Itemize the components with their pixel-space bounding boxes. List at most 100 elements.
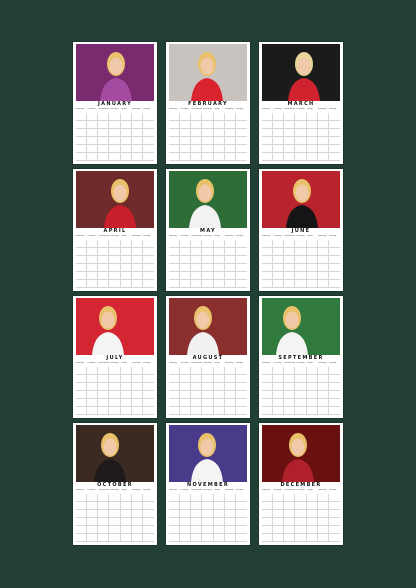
- date-cell: [98, 153, 110, 161]
- weekday-label: Friday: [213, 362, 220, 364]
- weekday-label: Wednesday: [191, 108, 203, 110]
- date-cell: [109, 367, 121, 375]
- player-face: [198, 184, 212, 202]
- month-title: OCTOBER: [97, 482, 133, 488]
- weekday-label: Sunday: [328, 489, 337, 491]
- date-cell: [98, 121, 110, 129]
- date-cell: [284, 494, 296, 502]
- date-cell: [169, 407, 181, 415]
- date-cell: [76, 248, 88, 256]
- player-face: [295, 184, 309, 202]
- date-cell: [131, 280, 143, 288]
- weekday-header: Monday Tuesday Wednesday Thursday Friday Satu…: [262, 235, 340, 239]
- weekday-label: Wednesday: [191, 235, 203, 237]
- date-cell: [131, 494, 143, 502]
- month-title: DECEMBER: [280, 482, 322, 488]
- date-cell: [76, 121, 88, 129]
- date-cell: [328, 256, 340, 264]
- date-cell: [213, 494, 225, 502]
- weekday-label: Monday: [76, 108, 84, 110]
- weekday-label: Sunday: [328, 235, 337, 237]
- weekday-label: Thursday: [295, 108, 305, 110]
- month-page-february: FEBRUARY Monday Tuesday Wednesday Thursday Fr…: [166, 42, 250, 164]
- date-cell: [328, 367, 340, 375]
- date-cell: [224, 407, 236, 415]
- date-cell: [142, 510, 154, 518]
- date-cell: [120, 264, 132, 272]
- date-cell: [87, 399, 99, 407]
- date-cell: [295, 383, 307, 391]
- month-page-june: JUNE Monday Tuesday Wednesday Thursday Friday…: [259, 169, 343, 291]
- date-cell: [306, 280, 318, 288]
- date-cell: [109, 153, 121, 161]
- weekday-label: Wednesday: [98, 489, 110, 491]
- date-cell: [120, 502, 132, 510]
- date-cell: [191, 399, 203, 407]
- weekday-header: Monday Tuesday Wednesday Thursday Friday Satu…: [262, 108, 340, 112]
- weekday-header: Monday Tuesday Wednesday Thursday Friday Satu…: [76, 108, 154, 112]
- date-cell: [202, 399, 214, 407]
- date-cell: [120, 272, 132, 280]
- date-cell: [98, 145, 110, 153]
- date-cell: [213, 391, 225, 399]
- date-cell: [131, 153, 143, 161]
- date-cell: [273, 399, 285, 407]
- date-cell: [213, 383, 225, 391]
- weekday-label: Tuesday: [273, 362, 282, 364]
- date-cell: [328, 264, 340, 272]
- date-cell: [213, 145, 225, 153]
- date-cell: [306, 383, 318, 391]
- weekday-label: Saturday: [131, 235, 141, 237]
- date-cell: [295, 494, 307, 502]
- weekday-label: Friday: [213, 108, 220, 110]
- month-page-october: OCTOBER Monday Tuesday Wednesday Thursday Fri…: [73, 423, 157, 545]
- date-cell: [317, 272, 329, 280]
- date-cell: [131, 534, 143, 542]
- date-cell: [213, 264, 225, 272]
- date-cell: [295, 375, 307, 383]
- weekday-label: Friday: [120, 108, 127, 110]
- date-cell: [213, 121, 225, 129]
- date-cell: [120, 518, 132, 526]
- player-photo-image: [262, 298, 340, 355]
- date-cell: [273, 375, 285, 383]
- date-cell: [180, 256, 192, 264]
- date-cell: [317, 145, 329, 153]
- date-cell: [235, 280, 247, 288]
- weekday-label: Sunday: [235, 362, 244, 364]
- date-cell: [87, 518, 99, 526]
- date-cell: [306, 518, 318, 526]
- date-cell: [213, 367, 225, 375]
- date-cell: [235, 383, 247, 391]
- date-cell: [191, 129, 203, 137]
- date-cell: [169, 502, 181, 510]
- date-cell: [169, 399, 181, 407]
- date-cell: [169, 121, 181, 129]
- date-cell: [131, 375, 143, 383]
- date-cell: [262, 375, 274, 383]
- weekday-label: Wednesday: [98, 108, 110, 110]
- month-photo: [169, 425, 247, 482]
- date-cell: [142, 129, 154, 137]
- date-cell: [169, 367, 181, 375]
- date-cell: [169, 264, 181, 272]
- date-cell: [273, 248, 285, 256]
- date-cell: [87, 502, 99, 510]
- weekday-label: Monday: [169, 108, 177, 110]
- date-cell: [76, 383, 88, 391]
- date-cell: [131, 121, 143, 129]
- month-page-december: DECEMBER Monday Tuesday Wednesday Thursday Fr…: [259, 423, 343, 545]
- date-cell: [295, 399, 307, 407]
- date-cell: [120, 240, 132, 248]
- date-cell: [306, 407, 318, 415]
- weekday-label: Thursday: [202, 108, 212, 110]
- date-cell: [109, 240, 121, 248]
- date-cell: [109, 534, 121, 542]
- date-cell: [142, 280, 154, 288]
- date-cell: [328, 526, 340, 534]
- weekday-label: Monday: [262, 108, 270, 110]
- date-cell: [87, 375, 99, 383]
- weekday-label: Tuesday: [87, 235, 96, 237]
- month-title: APRIL: [103, 228, 127, 234]
- weekday-label: Friday: [306, 108, 313, 110]
